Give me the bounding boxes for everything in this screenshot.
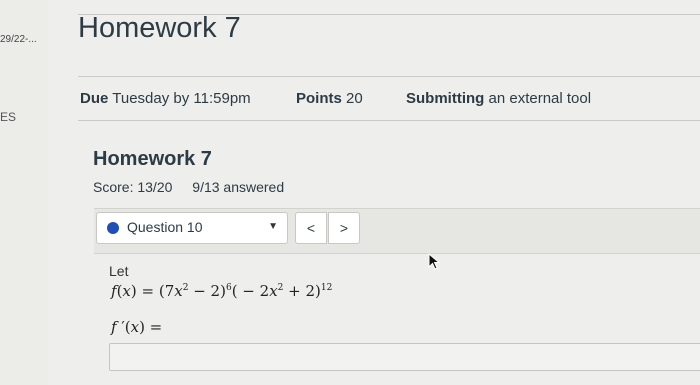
score-line: Score: 13/20 9/13 answered (93, 179, 300, 195)
answered-text: 9/13 answered (192, 179, 285, 195)
due-detail: Due Tuesday by 11:59pm (80, 90, 251, 107)
mouse-cursor-icon (428, 253, 441, 270)
question-select[interactable]: Question 10 ▼ (96, 212, 288, 244)
problem-intro: Let (109, 263, 129, 279)
due-value: Tuesday by 11:59pm (112, 90, 251, 107)
function-equation: f(x) = (7x2 − 2)6( − 2x2 + 2)12 (111, 282, 333, 300)
sidebar-text-fragment: ES (0, 110, 17, 124)
points-label: Points (296, 90, 342, 107)
status-dot-icon (107, 222, 119, 234)
answer-input[interactable] (109, 343, 700, 371)
chevron-down-icon: ▼ (268, 221, 278, 232)
next-question-button[interactable]: > (328, 212, 360, 244)
points-detail: Points 20 (296, 90, 363, 107)
submitting-detail: Submitting an external tool (406, 90, 591, 107)
score-text: Score: 13/20 (93, 179, 173, 195)
sidebar-strip (0, 0, 48, 385)
divider (78, 76, 700, 77)
submitting-label: Submitting (406, 90, 485, 107)
points-value: 20 (346, 90, 363, 107)
derivative-prompt: f ′(x) = (111, 318, 163, 336)
divider (78, 120, 700, 121)
due-label: Due (80, 90, 109, 107)
question-select-label: Question 10 (127, 219, 203, 235)
previous-question-button[interactable]: < (295, 212, 327, 244)
sidebar-date-fragment: 29/22-... (0, 34, 37, 45)
page-title: Homework 7 (78, 12, 241, 44)
submitting-value: an external tool (488, 90, 592, 107)
tool-title: Homework 7 (93, 148, 212, 170)
